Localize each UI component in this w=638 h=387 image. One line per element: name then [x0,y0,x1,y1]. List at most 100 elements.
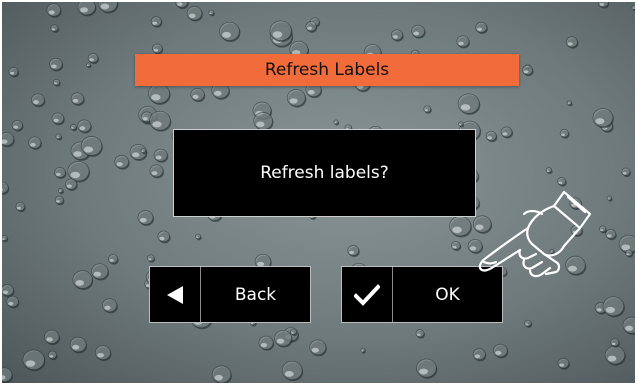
water-drop [77,119,92,134]
water-drop [22,349,46,372]
water-drop [604,345,626,366]
water-drop [2,284,15,298]
water-drop [47,350,58,361]
water-drop [31,93,46,108]
water-drop [11,120,24,132]
water-drop [545,167,553,175]
dialog-title: Refresh Labels [264,60,390,80]
water-drop [77,2,97,17]
water-drop [565,36,579,49]
water-drop [423,105,432,114]
water-drop [598,2,610,9]
water-drop [493,343,509,359]
water-drop [102,298,118,314]
water-drop [622,316,635,335]
water-drop [621,167,631,178]
water-drop [153,148,169,163]
water-drop [2,181,10,195]
message-text: Refresh labels? [260,163,389,183]
water-drop [475,21,488,35]
water-drop [28,136,42,150]
water-drop [52,78,61,87]
water-drop [258,335,275,351]
water-drop [186,6,203,22]
water-drop [195,233,202,241]
ok-icon-cell [342,267,393,322]
water-drop [390,29,404,42]
water-drop [8,66,20,78]
touch-screen: Refresh Labels Refresh labels? Back OK [2,2,635,383]
water-drop [91,263,110,281]
water-drop [97,2,119,14]
back-button[interactable]: Back [149,266,311,323]
water-drop [286,89,307,108]
message-box: Refresh labels? [173,129,476,217]
water-drop [2,235,9,243]
water-drop [57,188,64,195]
water-drop [55,133,63,141]
water-drop [157,230,171,244]
water-drop [86,62,92,69]
water-drop [485,130,498,143]
water-drop [54,195,65,206]
back-button-label: Back [234,284,277,305]
water-drop [211,365,232,383]
water-drop [309,339,327,357]
water-drop [625,249,634,258]
water-drop [208,9,215,17]
water-drop [360,347,367,354]
water-drop [2,367,13,383]
ok-button-label: OK [435,284,460,305]
left-triangle-icon [167,285,183,304]
water-drop [592,108,614,129]
water-drop [94,345,112,362]
water-drop [149,110,172,132]
water-drop [151,43,164,55]
water-drop [146,254,156,263]
back-label-cell: Back [201,267,310,322]
water-drop [415,329,426,339]
water-drop [606,195,613,202]
water-drop [631,4,635,11]
water-drop [219,21,241,43]
water-drop [347,245,360,258]
water-drop [87,53,100,65]
pointing-hand-icon [478,190,592,278]
water-drop [524,319,533,328]
water-drop [150,16,163,28]
water-drop [457,93,481,115]
dialog-title-bar: Refresh Labels [135,54,519,86]
water-drop [70,123,78,132]
water-drop [46,3,62,18]
water-drop [72,270,94,290]
water-drop [274,329,293,348]
water-drop [137,210,154,226]
water-drop [107,254,119,265]
water-drop [500,126,514,139]
water-drop [605,229,617,241]
water-drop [51,112,65,126]
water-drop [190,87,206,103]
water-drop [472,348,487,362]
water-drop [602,296,625,318]
water-drop [15,201,26,213]
water-drop [70,92,85,106]
water-drop [281,360,304,382]
water-drop [44,329,61,346]
water-drop [114,154,130,170]
water-drop [411,24,426,39]
water-drop [522,64,534,77]
water-drop [69,336,88,354]
water-drop [54,167,67,179]
water-drop [559,128,570,139]
water-drop [449,215,472,238]
water-drop [566,100,573,107]
water-drop [416,358,438,379]
water-drop [451,241,462,252]
checkmark-icon [354,283,380,306]
water-drop [2,131,15,148]
water-drop [557,357,570,370]
water-drop [50,24,60,33]
water-drop [148,83,171,105]
water-drop [149,164,164,179]
